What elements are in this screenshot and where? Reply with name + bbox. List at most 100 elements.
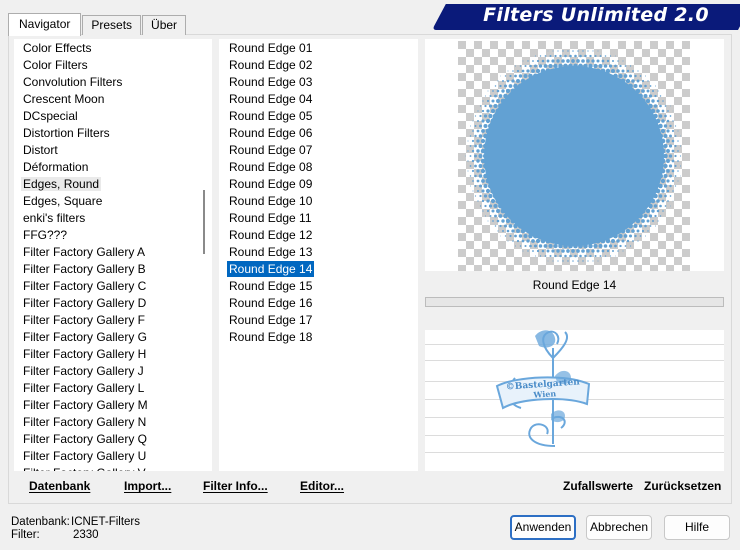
category-item-label: enki's filters (23, 211, 86, 225)
filter-item[interactable]: Round Edge 08 (219, 159, 418, 176)
tab-presets[interactable]: Presets (82, 15, 142, 35)
filter-item-label: Round Edge 11 (229, 211, 312, 225)
category-item[interactable]: Distortion Filters (14, 125, 212, 142)
category-item[interactable]: FFG??? (14, 227, 212, 244)
anwenden-button[interactable]: Anwenden (510, 515, 576, 540)
category-item-label: Filter Factory Gallery F (23, 313, 146, 327)
preview-panel (425, 39, 724, 271)
zuruecksetzen-button[interactable]: Zurücksetzen (644, 473, 721, 499)
category-item-label: Crescent Moon (23, 92, 105, 106)
category-scrollbar[interactable] (197, 39, 212, 471)
category-item[interactable]: Edges, Round (14, 176, 212, 193)
filter-item[interactable]: Round Edge 15 (219, 278, 418, 295)
category-item[interactable]: Convolution Filters (14, 74, 212, 91)
filter-item[interactable]: Round Edge 16 (219, 295, 418, 312)
category-item-label: Convolution Filters (23, 75, 123, 89)
filter-list[interactable]: Round Edge 01 Round Edge 02 Round Edge 03 R… (219, 39, 418, 471)
category-item-label: DCspecial (23, 109, 78, 123)
category-item[interactable]: Déformation (14, 159, 212, 176)
category-item[interactable]: Filter Factory Gallery L (14, 380, 212, 397)
filter-item[interactable]: Round Edge 06 (219, 125, 418, 142)
filter-item[interactable]: Round Edge 13 (219, 244, 418, 261)
filter-item-label: Round Edge 10 (229, 194, 313, 208)
filter-item-label: Round Edge 06 (229, 126, 313, 140)
filter-item-label: Round Edge 17 (229, 313, 313, 327)
filter-item-label: Round Edge 04 (229, 92, 313, 106)
category-item-label: Déformation (23, 160, 89, 174)
progress-bar (425, 297, 724, 307)
filter-item[interactable]: Round Edge 12 (219, 227, 418, 244)
category-item-label: Filter Factory Gallery D (23, 296, 147, 310)
abbrechen-button[interactable]: Abbrechen (586, 515, 652, 540)
tab-uber[interactable]: Über (142, 15, 187, 35)
filter-item[interactable]: Round Edge 14 (219, 261, 418, 278)
filter-item-label: Round Edge 16 (229, 296, 313, 310)
category-item[interactable]: Filter Factory Gallery F (14, 312, 212, 329)
category-item-label: Filter Factory Gallery V (23, 466, 146, 471)
category-item[interactable]: Edges, Square (14, 193, 212, 210)
database-label: Datenbank: (11, 516, 70, 528)
filter-item-label: Round Edge 01 (229, 41, 313, 55)
category-item-label: Filter Factory Gallery N (23, 415, 147, 429)
filter-info-button[interactable]: Filter Info... (203, 473, 268, 499)
category-item[interactable]: Filter Factory Gallery N (14, 414, 212, 431)
category-item[interactable]: Filter Factory Gallery U (14, 448, 212, 465)
tab-bar: Navigator Presets Über (8, 13, 187, 36)
filter-item[interactable]: Round Edge 04 (219, 91, 418, 108)
category-item[interactable]: Filter Factory Gallery H (14, 346, 212, 363)
category-item[interactable]: Color Effects (14, 40, 212, 57)
zufallswerte-button[interactable]: Zufallswerte (563, 473, 633, 499)
category-item[interactable]: Crescent Moon (14, 91, 212, 108)
category-item-label: Edges, Square (23, 194, 103, 208)
category-item[interactable]: Filter Factory Gallery J (14, 363, 212, 380)
category-item[interactable]: Distort (14, 142, 212, 159)
filter-item[interactable]: Round Edge 03 (219, 74, 418, 91)
filter-item-label: Round Edge 15 (229, 279, 313, 293)
scrollbar-thumb[interactable] (203, 190, 205, 254)
category-item-label: Filter Factory Gallery J (23, 364, 144, 378)
category-list[interactable]: Color Effects Color Filters Convolution Fi… (14, 39, 212, 471)
filter-item[interactable]: Round Edge 18 (219, 329, 418, 346)
datenbank-button[interactable]: Datenbank (29, 473, 90, 499)
filter-item-label: Round Edge 07 (229, 143, 313, 157)
import-button[interactable]: Import... (124, 473, 171, 499)
watermark-text-line2: Wien (532, 388, 557, 400)
bastelgarten-watermark-logo: ©Bastelgarten Wien (495, 330, 591, 447)
category-item-label: Color Effects (23, 41, 92, 55)
category-item[interactable]: Filter Factory Gallery Q (14, 431, 212, 448)
tab-navigator[interactable]: Navigator (8, 13, 82, 36)
category-item[interactable]: enki's filters (14, 210, 212, 227)
category-item[interactable]: Filter Factory Gallery M (14, 397, 212, 414)
filter-item[interactable]: Round Edge 07 (219, 142, 418, 159)
filter-item-label: Round Edge 03 (229, 75, 313, 89)
category-item[interactable]: Filter Factory Gallery G (14, 329, 212, 346)
hilfe-button[interactable]: Hilfe (664, 515, 730, 540)
category-item[interactable]: Color Filters (14, 57, 212, 74)
parameters-panel: ©Bastelgarten Wien (425, 330, 724, 471)
category-item[interactable]: DCspecial (14, 108, 212, 125)
filter-item[interactable]: Round Edge 05 (219, 108, 418, 125)
category-item[interactable]: Filter Factory Gallery V (14, 465, 212, 471)
category-item[interactable]: Filter Factory Gallery C (14, 278, 212, 295)
category-item[interactable]: Filter Factory Gallery A (14, 244, 212, 261)
category-item-label: Distort (23, 143, 58, 157)
filter-item-label: Round Edge 12 (229, 228, 313, 242)
param-slider-line[interactable] (425, 452, 724, 453)
editor-button[interactable]: Editor... (300, 473, 344, 499)
database-value: ICNET-Filters (71, 516, 140, 528)
category-item[interactable]: Filter Factory Gallery B (14, 261, 212, 278)
selected-filter-label: Round Edge 14 (532, 278, 617, 292)
filter-count-value: 2330 (73, 529, 99, 541)
filter-item[interactable]: Round Edge 11 (219, 210, 418, 227)
filter-item[interactable]: Round Edge 09 (219, 176, 418, 193)
filter-item[interactable]: Round Edge 10 (219, 193, 418, 210)
filter-item[interactable]: Round Edge 02 (219, 57, 418, 74)
category-item[interactable]: Filter Factory Gallery D (14, 295, 212, 312)
filter-item[interactable]: Round Edge 17 (219, 312, 418, 329)
category-item-label: Filter Factory Gallery L (23, 381, 145, 395)
category-item-label: Filter Factory Gallery U (23, 449, 147, 463)
category-item-label: Edges, Round (21, 177, 102, 191)
filter-item[interactable]: Round Edge 01 (219, 40, 418, 57)
filter-item-label: Round Edge 14 (227, 261, 315, 277)
category-item-label: Distortion Filters (23, 126, 110, 140)
